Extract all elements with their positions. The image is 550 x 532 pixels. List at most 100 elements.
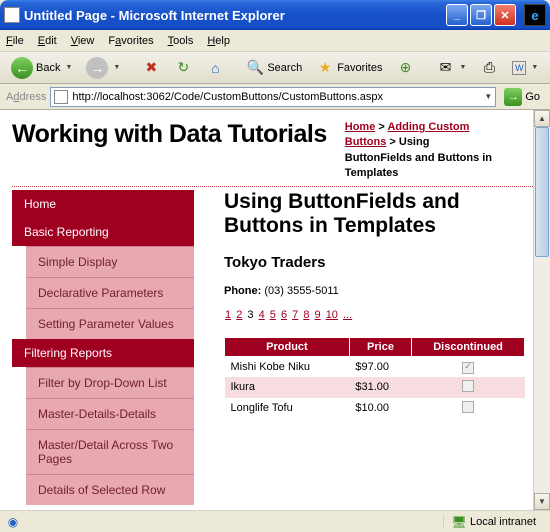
sidebar: Home Basic Reporting Simple Display Decl…: [12, 190, 194, 505]
refresh-button[interactable]: ↻: [169, 56, 197, 80]
favorites-label: Favorites: [337, 62, 382, 74]
window-title: Untitled Page - Microsoft Internet Explo…: [24, 8, 446, 23]
scroll-down-button[interactable]: ▼: [534, 493, 550, 510]
breadcrumb-home[interactable]: Home: [345, 121, 376, 133]
products-table: Product Price Discontinued Mishi Kobe Ni…: [224, 337, 525, 419]
print-button[interactable]: ⎙: [475, 56, 503, 80]
restore-button[interactable]: ❐: [470, 4, 492, 26]
cell-discontinued: [412, 398, 525, 419]
sidebar-item-details-selected-row[interactable]: Details of Selected Row: [26, 474, 194, 505]
scroll-up-button[interactable]: ▲: [534, 110, 550, 127]
phone-row: Phone: (03) 3555-5011: [224, 285, 525, 297]
pager-link[interactable]: 7: [292, 309, 298, 321]
sidebar-item-filter-dropdown[interactable]: Filter by Drop-Down List: [26, 367, 194, 398]
pager-link[interactable]: 4: [259, 309, 265, 321]
close-button[interactable]: ✕: [494, 4, 516, 26]
url-text: http://localhost:3062/Code/CustomButtons…: [72, 91, 383, 103]
statusbar: ◉ 🖥 Local intranet: [0, 510, 550, 532]
home-icon: ⌂: [206, 59, 224, 77]
scroll-thumb[interactable]: [535, 127, 549, 257]
search-icon: 🔍: [246, 59, 264, 77]
sidebar-item-master-detail-two-pages[interactable]: Master/Detail Across Two Pages: [26, 429, 194, 474]
pager-ellipsis[interactable]: ...: [343, 309, 352, 321]
supplier-name: Tokyo Traders: [224, 254, 525, 271]
search-button[interactable]: 🔍 Search: [241, 56, 307, 80]
cell-price: $10.00: [349, 398, 411, 419]
menu-tools[interactable]: Tools: [168, 35, 194, 47]
scroll-track[interactable]: [534, 127, 550, 493]
cell-price: $97.00: [349, 356, 411, 377]
divider: [12, 186, 533, 187]
pager-current: 3: [247, 309, 253, 321]
back-button[interactable]: ← Back ▼: [6, 54, 77, 82]
cell-product: Ikura: [225, 377, 350, 398]
sidebar-item-master-details-details[interactable]: Master-Details-Details: [26, 398, 194, 429]
edit-button[interactable]: W▼: [507, 58, 543, 78]
favorites-button[interactable]: ★ Favorites: [311, 56, 387, 80]
star-icon: ★: [316, 59, 334, 77]
chevron-down-icon: ▼: [65, 64, 72, 71]
menubar: File Edit View Favorites Tools Help: [0, 30, 550, 52]
toolbar: ← Back ▼ → ▼ ✖ ↻ ⌂ 🔍 Search ★ Favorites …: [0, 52, 550, 84]
col-product: Product: [225, 337, 350, 356]
page-icon: ◉: [6, 515, 20, 529]
media-button[interactable]: ⊕: [391, 56, 419, 80]
forward-icon: →: [86, 57, 108, 79]
sidebar-section-filtering-reports[interactable]: Filtering Reports: [12, 339, 194, 367]
checkbox-icon: [462, 401, 474, 413]
stop-icon: ✖: [142, 59, 160, 77]
home-button[interactable]: ⌂: [201, 56, 229, 80]
chevron-down-icon: ▼: [459, 64, 466, 71]
sidebar-section-basic-reporting[interactable]: Basic Reporting: [12, 218, 194, 246]
pager-link[interactable]: 5: [270, 309, 276, 321]
breadcrumb: Home > Adding Custom Buttons > Using But…: [345, 120, 495, 182]
pager-link[interactable]: 9: [315, 309, 321, 321]
sidebar-item-declarative-parameters[interactable]: Declarative Parameters: [26, 277, 194, 308]
table-row: Mishi Kobe Niku $97.00: [225, 356, 525, 377]
pager-link[interactable]: 6: [281, 309, 287, 321]
back-label: Back: [36, 62, 60, 74]
menu-edit[interactable]: Edit: [38, 35, 57, 47]
zone-label: Local intranet: [470, 516, 536, 528]
chevron-down-icon: ▼: [113, 64, 120, 71]
chevron-down-icon: ▼: [531, 64, 538, 71]
menu-file[interactable]: File: [6, 35, 24, 47]
menu-view[interactable]: View: [71, 35, 95, 47]
sidebar-item-setting-parameter-values[interactable]: Setting Parameter Values: [26, 308, 194, 339]
pager-link[interactable]: 10: [326, 309, 338, 321]
breadcrumb-sep: >: [378, 121, 384, 133]
minimize-button[interactable]: _: [446, 4, 468, 26]
addressbar: Address http://localhost:3062/Code/Custo…: [0, 84, 550, 110]
security-zone: 🖥 Local intranet: [443, 515, 544, 529]
sidebar-item-home[interactable]: Home: [12, 190, 194, 218]
pager-link[interactable]: 1: [225, 309, 231, 321]
phone-value: (03) 3555-5011: [264, 285, 338, 297]
search-label: Search: [267, 62, 302, 74]
pager-link[interactable]: 2: [236, 309, 242, 321]
go-icon: →: [504, 88, 522, 106]
url-input[interactable]: http://localhost:3062/Code/CustomButtons…: [50, 87, 496, 107]
cell-product: Longlife Tofu: [225, 398, 350, 419]
col-price: Price: [349, 337, 411, 356]
phone-label: Phone:: [224, 285, 261, 297]
chevron-down-icon[interactable]: ▼: [484, 92, 492, 101]
page-content: Working with Data Tutorials Home > Addin…: [0, 110, 533, 510]
sidebar-item-simple-display[interactable]: Simple Display: [26, 246, 194, 277]
pager-link[interactable]: 8: [303, 309, 309, 321]
go-label: Go: [525, 91, 540, 103]
menu-favorites[interactable]: Favorites: [108, 35, 153, 47]
main-content: Using ButtonFields and Buttons in Templa…: [194, 190, 533, 505]
menu-help[interactable]: Help: [207, 35, 230, 47]
forward-button[interactable]: → ▼: [81, 54, 125, 82]
window-titlebar: Untitled Page - Microsoft Internet Explo…: [0, 0, 550, 30]
table-header-row: Product Price Discontinued: [225, 337, 525, 356]
stop-button[interactable]: ✖: [137, 56, 165, 80]
mail-button[interactable]: ✉▼: [431, 56, 471, 80]
cell-product: Mishi Kobe Niku: [225, 356, 350, 377]
intranet-icon: 🖥: [452, 515, 466, 529]
edit-icon: W: [512, 61, 526, 75]
ie-logo-icon: e: [524, 4, 546, 26]
go-button[interactable]: → Go: [500, 86, 544, 108]
vertical-scrollbar[interactable]: ▲ ▼: [533, 110, 550, 510]
viewport: Working with Data Tutorials Home > Addin…: [0, 110, 550, 510]
